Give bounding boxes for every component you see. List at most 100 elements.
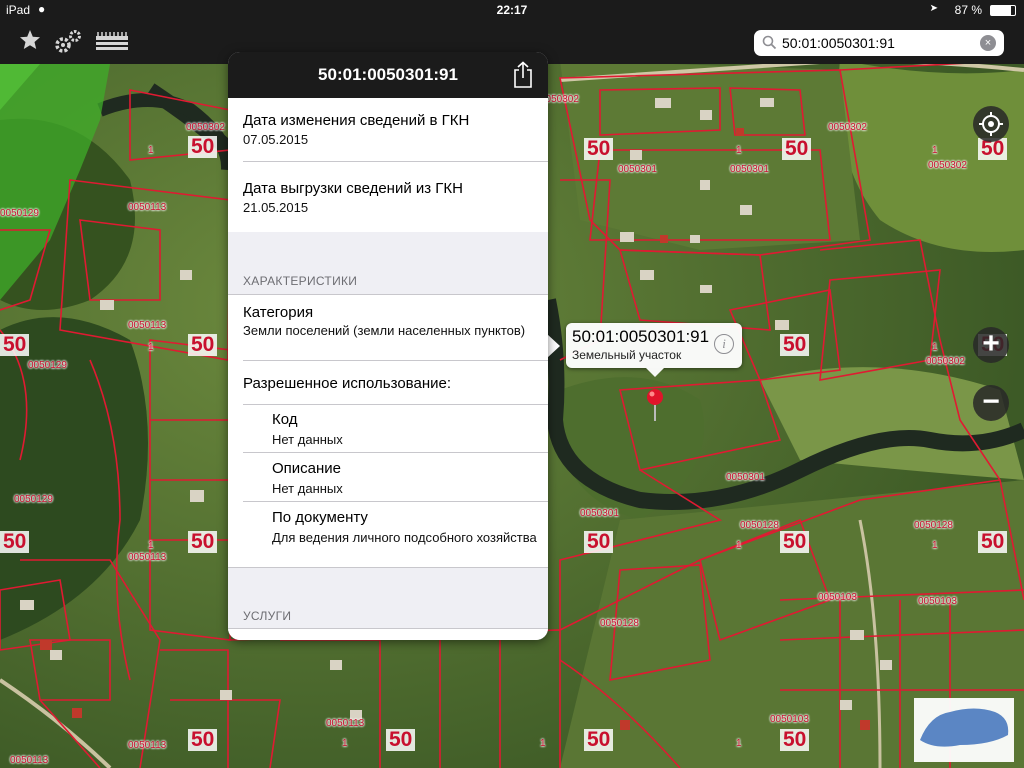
location-arrow-icon: ➤ (929, 3, 938, 14)
block-label: 1 (736, 540, 742, 551)
block-label: 1 (736, 738, 742, 749)
district-label: 50 (978, 531, 1008, 553)
parcel-details-popover: 50:01:0050301:91 Дата изменения сведений… (228, 52, 548, 640)
services-section-header: УСЛУГИ (243, 609, 292, 623)
zoom-in-label: + (982, 327, 1000, 360)
parcel-callout[interactable]: 50:01:0050301:91 Земельный участок i (566, 323, 742, 377)
quarter-label: 0050302 (926, 356, 965, 367)
district-label: 50 (584, 531, 614, 553)
district-label: 50 (584, 138, 614, 160)
district-label: 50 (188, 729, 218, 751)
district-label: 50 (780, 729, 810, 751)
zoom-out-button[interactable]: − (973, 385, 1009, 421)
permitted-use-label: Разрешенное использование: (243, 375, 451, 392)
dates-group: Дата изменения сведений в ГКН 07.05.2015… (228, 98, 548, 232)
block-label: 1 (148, 342, 154, 353)
row-divider (243, 360, 548, 361)
quarter-label: 0050129 (28, 360, 67, 371)
search-icon (762, 35, 777, 55)
quarter-label: 0050129 (14, 494, 53, 505)
status-bar: iPad ● 22:17 ➤ 87 % (0, 0, 1024, 20)
district-label: 50 (188, 136, 218, 158)
quarter-label: 0050113 (128, 202, 167, 213)
quarter-label: 0050301 (580, 508, 619, 519)
quarter-label: 0050301 (726, 472, 765, 483)
block-label: 1 (736, 145, 742, 156)
district-label: 50 (0, 334, 30, 356)
district-label: 50 (780, 334, 810, 356)
callout-title: 50:01:0050301:91 (572, 327, 710, 346)
quarter-label: 0050103 (918, 596, 957, 607)
export-date-label: Дата выгрузки сведений из ГКН (243, 180, 463, 197)
zoom-in-button[interactable]: + (973, 327, 1009, 363)
characteristics-group: Категория Земли поселений (земли населен… (228, 294, 548, 568)
row-divider (243, 404, 548, 405)
clear-search-icon[interactable]: × (980, 35, 996, 51)
quarter-label: 0050302 (186, 122, 225, 133)
quarter-label: 0050113 (128, 320, 167, 331)
change-date-label: Дата изменения сведений в ГКН (243, 112, 470, 129)
district-label: 50 (782, 138, 812, 160)
quarter-label: 0050113 (128, 552, 167, 563)
description-value: Нет данных (272, 481, 343, 496)
row-divider (243, 501, 548, 502)
search-box[interactable]: × (754, 30, 1004, 56)
block-label: 1 (932, 145, 938, 156)
share-icon[interactable] (512, 61, 534, 89)
popover-title: 50:01:0050301:91 (318, 65, 458, 84)
zoom-out-label: − (982, 385, 1000, 418)
row-divider (243, 452, 548, 453)
by-document-label: По документу (272, 509, 368, 526)
block-label: 1 (148, 145, 154, 156)
district-label: 50 (584, 729, 614, 751)
search-input[interactable] (782, 33, 972, 53)
district-label: 50 (0, 531, 30, 553)
clock: 22:17 (496, 3, 528, 17)
map-pin-icon[interactable] (645, 388, 665, 427)
district-label: 50 (780, 531, 810, 553)
quarter-label: 0050128 (914, 520, 953, 531)
quarter-label: 0050128 (740, 520, 779, 531)
block-label: 1 (540, 738, 546, 749)
quarter-label: 0050113 (326, 718, 365, 729)
district-label: 50 (188, 334, 218, 356)
quarter-label: 0050301 (730, 164, 769, 175)
settings-gears-icon[interactable] (52, 28, 84, 56)
block-label: 1 (342, 738, 348, 749)
district-label: 50 (386, 729, 416, 751)
block-label: 1 (932, 540, 938, 551)
my-location-button[interactable] (973, 106, 1009, 142)
quarter-label: 0050103 (818, 592, 857, 603)
favorites-star-icon[interactable] (18, 28, 50, 56)
quarter-label: 0050113 (128, 740, 167, 751)
callout-subtitle: Земельный участок (572, 348, 682, 362)
crosshair-icon (979, 112, 1003, 136)
category-value: Земли поселений (земли населенных пункто… (243, 323, 526, 338)
block-label: 1 (148, 540, 154, 551)
export-date-value: 21.05.2015 (243, 200, 309, 215)
popover-header: 50:01:0050301:91 (228, 52, 548, 98)
services-group (228, 628, 548, 640)
quarter-label: 0050301 (618, 164, 657, 175)
battery-icon (990, 5, 1016, 16)
by-document-value: Для ведения личного подсобного хозяйства (272, 530, 537, 545)
quarter-label: 0050103 (770, 714, 809, 725)
quarter-label: 0050129 (0, 208, 39, 219)
characteristics-section-header: ХАРАКТЕРИСТИКИ (243, 274, 358, 288)
layers-icon[interactable] (94, 28, 128, 56)
code-value: Нет данных (272, 432, 343, 447)
quarter-label: 0050113 (10, 755, 49, 766)
code-label: Код (272, 411, 298, 428)
description-label: Описание (272, 460, 342, 477)
category-label: Категория (243, 304, 314, 321)
quarter-label: 0050302 (828, 122, 867, 133)
quarter-label: 0050128 (600, 618, 639, 629)
district-label: 50 (188, 531, 218, 553)
block-label: 1 (932, 342, 938, 353)
popover-arrow (547, 334, 560, 358)
battery-level: 87 % (954, 3, 982, 17)
row-divider (243, 161, 548, 162)
quarter-label: 0050302 (928, 160, 967, 171)
info-icon[interactable]: i (714, 334, 734, 354)
change-date-value: 07.05.2015 (243, 132, 309, 147)
